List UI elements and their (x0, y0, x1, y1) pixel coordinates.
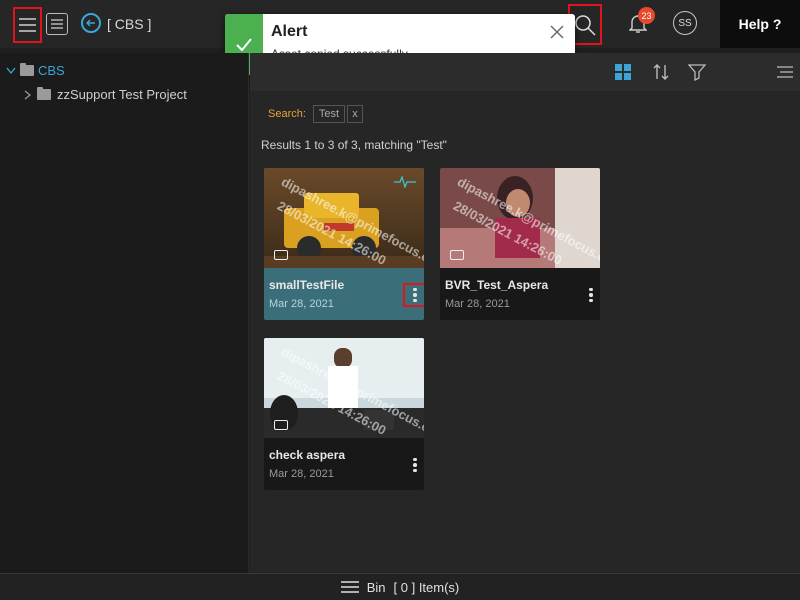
help-button[interactable]: Help ? (720, 0, 800, 48)
sort-button[interactable] (651, 62, 671, 82)
tree-item-root[interactable]: CBS (6, 63, 65, 78)
list-view-button[interactable] (46, 13, 68, 35)
video-camera-icon (274, 250, 288, 260)
asset-browser: Search: Test x Results 1 to 3 of 3, matc… (250, 53, 800, 573)
list-icon (51, 19, 63, 29)
tree-item-label: zzSupport Test Project (57, 87, 187, 102)
filter-button[interactable] (687, 62, 707, 82)
waveform-icon (394, 176, 416, 188)
alert-close-button[interactable] (549, 24, 565, 40)
more-options-button[interactable] (775, 62, 795, 82)
asset-more-menu-button[interactable] (403, 283, 424, 307)
grid-icon (615, 64, 631, 80)
asset-more-menu-button[interactable] (405, 455, 424, 475)
chevron-down-icon (6, 67, 16, 74)
folder-icon (20, 63, 34, 76)
breadcrumb[interactable]: [ CBS ] (107, 16, 151, 32)
asset-thumbnail: dipashree.k@primefocus.c 28/03/2021 14:2… (440, 168, 600, 268)
notification-count-badge: 23 (638, 7, 655, 24)
asset-date: Mar 28, 2021 (269, 298, 334, 310)
search-icon (575, 14, 596, 36)
asset-card[interactable]: dipashree.k@primefocus.c 28/03/2021 14:2… (440, 168, 600, 320)
folder-icon (37, 87, 51, 100)
asset-title: BVR_Test_Aspera (445, 278, 549, 292)
bin-count: [ 0 ] Item(s) (393, 579, 460, 595)
bin-bar[interactable]: Bin [ 0 ] Item(s) (0, 573, 800, 600)
asset-date: Mar 28, 2021 (269, 468, 334, 480)
user-avatar[interactable]: SS (673, 11, 697, 35)
search-filter-label: Search: (268, 108, 306, 120)
hamburger-menu-button[interactable] (13, 7, 42, 43)
asset-title: check aspera (269, 448, 346, 462)
bin-menu-icon (340, 581, 359, 593)
browser-toolbar (250, 53, 800, 91)
arrow-left-icon (86, 19, 95, 27)
grid-view-button[interactable] (613, 62, 633, 82)
results-summary: Results 1 to 3 of 3, matching "Test" (261, 138, 447, 152)
back-button[interactable] (81, 13, 101, 33)
alert-title: Alert (271, 23, 308, 40)
clear-search-button[interactable]: x (347, 105, 363, 123)
menu-lines-icon (777, 66, 793, 78)
filter-icon (688, 64, 706, 81)
video-camera-icon (450, 250, 464, 260)
check-icon (236, 38, 252, 51)
hamburger-icon (19, 18, 36, 32)
chevron-right-icon (24, 89, 31, 100)
bin-label: Bin (366, 579, 386, 595)
search-term-chip: Test (313, 105, 345, 123)
asset-thumbnail: dipashree.k@primefocus.c 28/03/2021 14:2… (264, 168, 424, 268)
asset-title: smallTestFile (269, 278, 345, 292)
asset-thumbnail: dipashree.k@primefocus.c 28/03/2021 14:2… (264, 338, 424, 438)
tree-item-label: CBS (38, 63, 65, 78)
folder-tree-sidebar: CBS zzSupport Test Project (0, 53, 249, 573)
video-camera-icon (274, 420, 288, 430)
sort-icon (653, 64, 669, 80)
asset-date: Mar 28, 2021 (445, 298, 510, 310)
asset-more-menu-button[interactable] (581, 285, 600, 305)
asset-card[interactable]: dipashree.k@primefocus.c 28/03/2021 14:2… (264, 338, 424, 490)
close-icon (550, 25, 564, 39)
asset-card[interactable]: dipashree.k@primefocus.c 28/03/2021 14:2… (264, 168, 424, 320)
tree-item-child[interactable]: zzSupport Test Project (24, 87, 187, 102)
